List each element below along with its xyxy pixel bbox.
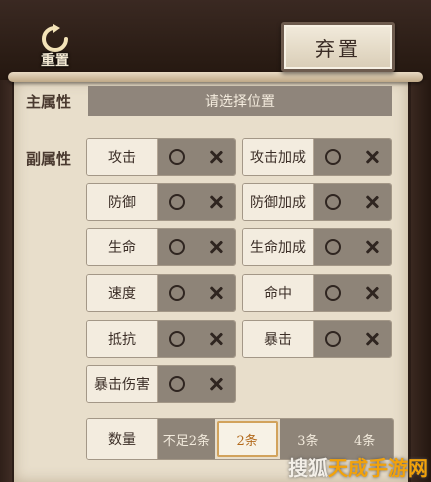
sub-attr-option: 攻击 bbox=[86, 138, 236, 176]
option-name: 暴击伤害 bbox=[87, 366, 158, 402]
circle-icon bbox=[325, 194, 342, 210]
exclude-button[interactable] bbox=[357, 278, 387, 308]
reset-label: 重置 bbox=[41, 53, 69, 69]
count-label: 数量 bbox=[87, 419, 158, 459]
sub-attr-option: 速度 bbox=[86, 274, 236, 312]
circle-icon bbox=[169, 194, 186, 210]
cross-icon bbox=[365, 195, 379, 209]
reset-button[interactable]: 重置 bbox=[34, 22, 76, 70]
include-button[interactable] bbox=[162, 187, 192, 217]
sub-attr-option: 命中 bbox=[242, 274, 392, 312]
cross-icon bbox=[209, 286, 223, 300]
option-name: 防御加成 bbox=[243, 184, 314, 220]
sub-attr-option: 防御加成 bbox=[242, 183, 392, 221]
option-name: 速度 bbox=[87, 275, 158, 311]
circle-icon bbox=[169, 331, 186, 347]
circle-icon bbox=[325, 149, 342, 165]
exclude-button[interactable] bbox=[357, 324, 387, 354]
include-button[interactable] bbox=[318, 187, 348, 217]
cross-icon bbox=[209, 332, 223, 346]
include-button[interactable] bbox=[318, 278, 348, 308]
count-option-2[interactable]: 2条 bbox=[216, 421, 278, 457]
option-name: 命中 bbox=[243, 275, 314, 311]
circle-icon bbox=[169, 376, 186, 392]
cross-icon bbox=[365, 240, 379, 254]
cross-icon bbox=[209, 240, 223, 254]
exclude-button[interactable] bbox=[201, 278, 231, 308]
cross-icon bbox=[209, 195, 223, 209]
option-name: 防御 bbox=[87, 184, 158, 220]
watermark-brand: 天成手游网 bbox=[328, 456, 428, 480]
circle-icon bbox=[169, 285, 186, 301]
include-button[interactable] bbox=[162, 324, 192, 354]
sub-attr-option: 生命加成 bbox=[242, 228, 392, 266]
cross-icon bbox=[365, 332, 379, 346]
frame-left bbox=[0, 80, 12, 482]
include-button[interactable] bbox=[162, 278, 192, 308]
main-attr-label: 主属性 bbox=[26, 93, 72, 111]
scroll-rod bbox=[8, 72, 423, 82]
exclude-button[interactable] bbox=[201, 232, 231, 262]
include-button[interactable] bbox=[162, 142, 192, 172]
circle-icon bbox=[325, 239, 342, 255]
include-button[interactable] bbox=[318, 324, 348, 354]
count-option-less-than-2[interactable]: 不足2条 bbox=[158, 419, 215, 459]
include-button[interactable] bbox=[318, 142, 348, 172]
sub-attr-option: 暴击 bbox=[242, 320, 392, 358]
exclude-button[interactable] bbox=[357, 232, 387, 262]
cross-icon bbox=[365, 286, 379, 300]
option-name: 攻击 bbox=[87, 139, 158, 175]
watermark-prefix: 搜狐 bbox=[288, 456, 328, 480]
frame-right bbox=[411, 80, 431, 482]
circle-icon bbox=[325, 285, 342, 301]
option-name: 攻击加成 bbox=[243, 139, 314, 175]
sub-attr-option: 攻击加成 bbox=[242, 138, 392, 176]
exclude-button[interactable] bbox=[357, 142, 387, 172]
option-name: 抵抗 bbox=[87, 321, 158, 357]
discard-button[interactable]: 弃置 bbox=[281, 22, 395, 72]
watermark: 搜狐天成手游网 bbox=[288, 452, 428, 481]
sub-attr-option: 生命 bbox=[86, 228, 236, 266]
option-name: 生命 bbox=[87, 229, 158, 265]
include-button[interactable] bbox=[162, 369, 192, 399]
cross-icon bbox=[209, 377, 223, 391]
circle-icon bbox=[169, 149, 186, 165]
option-name: 暴击 bbox=[243, 321, 314, 357]
exclude-button[interactable] bbox=[357, 187, 387, 217]
cross-icon bbox=[209, 150, 223, 164]
include-button[interactable] bbox=[162, 232, 192, 262]
exclude-button[interactable] bbox=[201, 324, 231, 354]
sub-attr-option: 抵抗 bbox=[86, 320, 236, 358]
sub-attr-option: 防御 bbox=[86, 183, 236, 221]
include-button[interactable] bbox=[318, 232, 348, 262]
circle-icon bbox=[325, 331, 342, 347]
main-attr-select[interactable]: 请选择位置 bbox=[88, 86, 392, 116]
sub-attr-label: 副属性 bbox=[26, 150, 72, 168]
sub-attr-option: 暴击伤害 bbox=[86, 365, 236, 403]
circle-icon bbox=[169, 239, 186, 255]
cross-icon bbox=[365, 150, 379, 164]
option-name: 生命加成 bbox=[243, 229, 314, 265]
exclude-button[interactable] bbox=[201, 142, 231, 172]
exclude-button[interactable] bbox=[201, 187, 231, 217]
exclude-button[interactable] bbox=[201, 369, 231, 399]
